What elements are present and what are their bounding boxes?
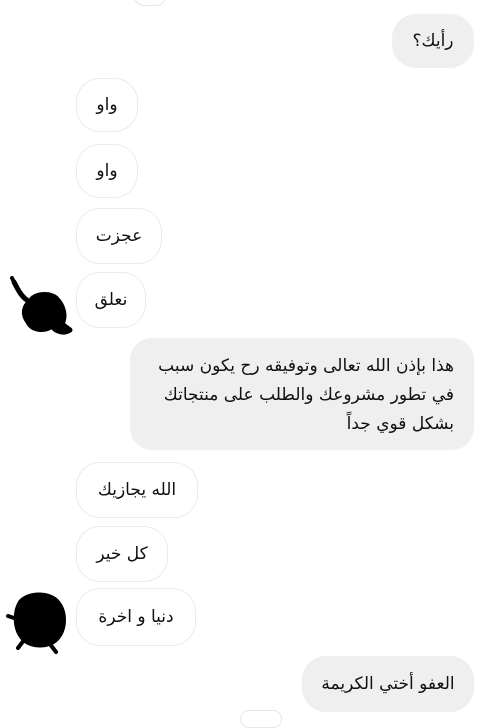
- message-text: العفو أختي الكريمة: [321, 674, 455, 694]
- next-message-fragment: [240, 710, 282, 728]
- message-incoming[interactable]: واو: [76, 78, 138, 132]
- message-incoming[interactable]: الله يجازيك: [76, 462, 198, 518]
- message-text-line: في تطور مشروعك والطلب على منتجاتك: [163, 385, 454, 405]
- message-incoming[interactable]: نعلق: [76, 272, 146, 328]
- message-outgoing[interactable]: هذا بإذن الله تعالى وتوفيقه رح يكون سبب …: [130, 338, 474, 450]
- message-text: رأيك؟: [412, 31, 454, 51]
- message-incoming[interactable]: عجزت: [76, 208, 162, 264]
- message-text: كل خير: [96, 544, 148, 564]
- scribbled-avatar-icon: [6, 592, 66, 654]
- message-text: عجزت: [95, 226, 143, 246]
- scribbled-avatar-icon: [10, 276, 73, 335]
- message-outgoing[interactable]: العفو أختي الكريمة: [302, 656, 474, 712]
- message-text: نعلق: [94, 290, 128, 310]
- previous-message-fragment: [134, 0, 166, 6]
- message-incoming[interactable]: كل خير: [76, 526, 168, 582]
- message-outgoing[interactable]: رأيك؟: [392, 14, 474, 68]
- contact-avatar[interactable]: [6, 588, 72, 654]
- message-text: الله يجازيك: [97, 480, 177, 500]
- message-text: واو: [96, 161, 118, 181]
- message-text-line: بشكل قوي جداً: [346, 414, 454, 434]
- message-incoming[interactable]: واو: [76, 144, 138, 198]
- message-incoming[interactable]: دنيا و اخرة: [76, 588, 196, 646]
- message-text-line: هذا بإذن الله تعالى وتوفيقه رح يكون سبب: [158, 356, 454, 376]
- contact-avatar[interactable]: [4, 276, 74, 336]
- message-text: واو: [96, 95, 118, 115]
- message-text: دنيا و اخرة: [98, 607, 174, 627]
